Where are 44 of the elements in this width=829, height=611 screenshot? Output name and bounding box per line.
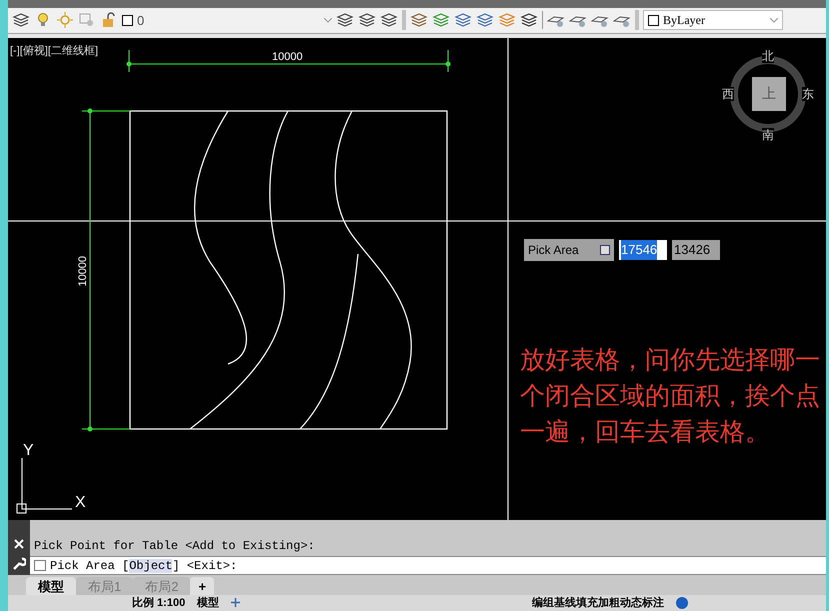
- axis-label: X: [75, 492, 86, 513]
- layer-walk-icon[interactable]: [520, 11, 538, 30]
- annotation-text: 放好表格，问你先选择哪一个闭合区域的面积，挨个点一遍，回车去看表格。: [520, 344, 820, 448]
- previous-layer-icon[interactable]: [358, 11, 376, 30]
- chevron-icon: [770, 18, 778, 23]
- copy-to-layer-icon[interactable]: [476, 11, 494, 30]
- annotation-scale[interactable]: 比例 1:100: [132, 594, 186, 611]
- viewport-controls[interactable]: [-][俯视][二维线框]: [10, 42, 98, 60]
- input-field[interactable]: 13426: [672, 240, 720, 260]
- dimension-text: 10000: [76, 256, 90, 286]
- compass-label: 西: [722, 86, 734, 101]
- layout-tab[interactable]: 模型: [26, 576, 76, 595]
- layer-states-icon[interactable]: [380, 11, 398, 30]
- color-name: ByLayer: [663, 12, 706, 30]
- color-dropdown[interactable]: ByLayer: [643, 10, 783, 30]
- color-swatch: [648, 14, 659, 26]
- layer-properties-icon[interactable]: [12, 11, 30, 30]
- layer-dropdown[interactable]: 0: [122, 10, 332, 30]
- input-field[interactable]: 17546: [619, 240, 667, 260]
- field-value: 17546: [621, 240, 658, 260]
- status-text: 编组基线填充加粗动态标注: [532, 596, 664, 611]
- tooltip-text: Pick Area: [528, 242, 579, 259]
- field-value: 13426: [674, 241, 710, 260]
- close-icon[interactable]: [14, 539, 24, 550]
- compass-label: 南: [762, 128, 774, 142]
- compass-label: 北: [762, 48, 774, 63]
- command-history: Pick Point for Table <Add to Existing>:: [33, 538, 316, 556]
- add-layout-button[interactable]: +: [190, 576, 214, 595]
- wrench-icon[interactable]: [12, 557, 26, 572]
- snap-icon[interactable]: [231, 598, 240, 608]
- ucs-icon: [16, 457, 72, 514]
- axis-label: Y: [23, 440, 34, 461]
- make-current-layer-icon[interactable]: [336, 11, 354, 30]
- layer-name: 0: [137, 12, 146, 30]
- chevron-icon: [324, 18, 332, 23]
- change-layer-icon[interactable]: [454, 11, 472, 30]
- color-swatch: [122, 14, 133, 26]
- dimension-text: 10000: [272, 50, 303, 65]
- set-current-layer-icon[interactable]: [432, 11, 450, 30]
- compass-label: 东: [802, 86, 814, 101]
- command-prompt-icon[interactable]: [34, 560, 46, 572]
- dropdown-icon[interactable]: [600, 244, 610, 255]
- layer-match-icon[interactable]: [410, 11, 428, 30]
- model-space-button[interactable]: 模型: [197, 594, 220, 611]
